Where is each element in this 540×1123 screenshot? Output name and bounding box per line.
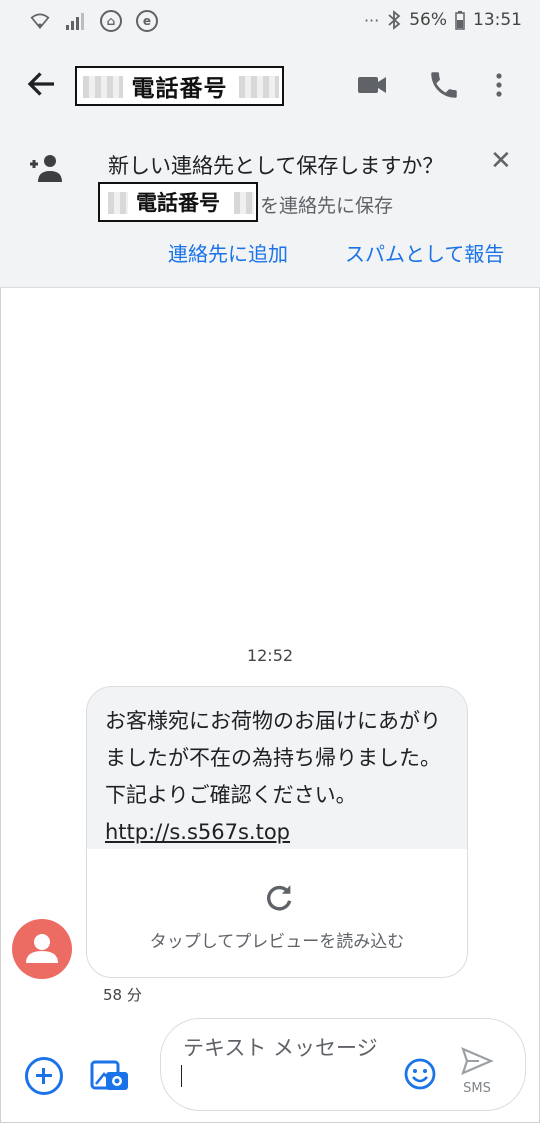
back-arrow-icon[interactable] <box>24 66 60 102</box>
redacted-block <box>108 192 128 214</box>
message-input[interactable]: テキスト メッセージ SMS <box>160 1018 526 1111</box>
emoji-icon[interactable] <box>403 1057 437 1091</box>
conversation-title: 電話番号 <box>75 66 284 106</box>
redacted-block <box>234 192 254 214</box>
app-e-icon: e <box>136 10 158 32</box>
relative-time: 58 分 <box>103 986 142 1004</box>
save-to-contacts-text: を連絡先に保存 <box>260 195 394 217</box>
report-spam-button[interactable]: スパムとして報告 <box>345 238 504 267</box>
link-preview[interactable]: タップしてプレビューを読み込む <box>87 849 467 977</box>
add-contact-button[interactable]: 連絡先に追加 <box>168 238 288 267</box>
banner-number: 電話番号 <box>98 182 258 222</box>
send-icon <box>461 1047 494 1075</box>
signal-icon <box>66 13 84 30</box>
add-person-icon <box>30 155 62 182</box>
message-bubble[interactable]: お客様宛にお荷物のお届けにあがりましたが不在の為持ち帰りました。 下記よりご確認… <box>86 686 468 978</box>
battery-icon <box>455 11 465 30</box>
text-cursor <box>181 1065 182 1087</box>
redacted-block <box>83 76 123 98</box>
add-attachment-button[interactable] <box>25 1057 63 1095</box>
clock: 13:51 <box>473 10 522 30</box>
preview-label: タップしてプレビューを読み込む <box>149 932 405 952</box>
app-bar: 電話番号 <box>0 44 540 128</box>
message-body: お客様宛にお荷物のお届けにあがりましたが不在の為持ち帰りました。 下記よりご確認… <box>87 687 467 849</box>
more-vert-icon[interactable] <box>489 68 509 102</box>
phone-icon[interactable] <box>427 68 461 102</box>
save-contact-banner: 新しい連絡先として保存しますか？ ✕ 電話番号 を連絡先に保存 連絡先に追加 ス… <box>0 128 540 288</box>
video-call-icon[interactable] <box>355 68 389 102</box>
avatar[interactable] <box>12 919 72 979</box>
redacted-block <box>239 76 279 98</box>
notification-badge-icon: ⌂ <box>100 10 122 32</box>
title-text: 電話番号 <box>131 76 228 102</box>
bluetooth-icon <box>388 10 401 30</box>
gallery-icon[interactable] <box>90 1056 130 1094</box>
status-bar: ⌂ e ··· 56% 13:51 <box>0 0 540 44</box>
message-text: お客様宛にお荷物のお届けにあがりましたが不在の為持ち帰りました。 下記よりご確認… <box>105 709 441 807</box>
message-link[interactable]: http://s.s567s.top <box>105 820 290 844</box>
message-timestamp: 12:52 <box>246 646 294 665</box>
person-icon <box>26 934 58 963</box>
send-button[interactable]: SMS <box>457 1045 497 1103</box>
banner-number-text: 電話番号 <box>136 191 220 215</box>
battery-percent: 56% <box>409 10 447 30</box>
more-dots-icon: ··· <box>363 10 380 30</box>
send-label: SMS <box>463 1081 491 1096</box>
refresh-icon <box>267 885 292 911</box>
status-right-icons: ··· 56% 13:51 <box>364 10 522 30</box>
close-icon[interactable]: ✕ <box>490 146 512 176</box>
message-placeholder: テキスト メッセージ <box>183 1036 378 1060</box>
status-left-icons: ⌂ e <box>30 10 158 32</box>
save-question: 新しい連絡先として保存しますか？ <box>108 154 444 178</box>
wifi-icon <box>30 13 50 29</box>
